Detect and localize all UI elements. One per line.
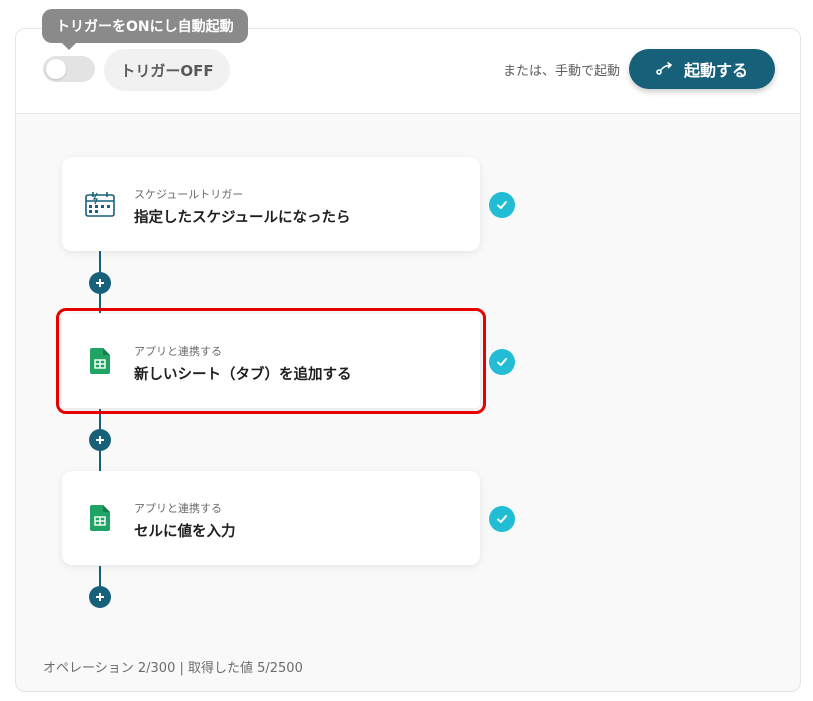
step-title: 指定したスケジュールになったら (134, 210, 351, 226)
flow-panel: トリガーOFF または、手動で起動 起動する スケジュールトリガー 指定したスケ… (15, 28, 801, 692)
start-button-label: 起動する (683, 61, 748, 80)
google-sheets-icon (84, 504, 116, 532)
step-card-schedule-trigger[interactable]: スケジュールトリガー 指定したスケジュールになったら (62, 157, 480, 251)
check-icon (489, 349, 515, 375)
trigger-toggle[interactable] (43, 56, 95, 82)
plus-icon (96, 436, 104, 444)
plus-icon (96, 593, 104, 601)
step-category: アプリと連携する (134, 345, 222, 358)
add-step-button[interactable] (89, 586, 111, 608)
step-title: セルに値を入力 (134, 524, 236, 540)
google-sheets-icon (84, 347, 116, 375)
share-arrow-icon (656, 60, 674, 79)
toggle-knob (46, 59, 66, 79)
check-icon (489, 192, 515, 218)
add-step-button[interactable] (89, 272, 111, 294)
step-card-enter-cell-value[interactable]: アプリと連携する セルに値を入力 (62, 471, 480, 565)
step-category: アプリと連携する (134, 502, 222, 515)
plus-icon (96, 279, 104, 287)
step-category: スケジュールトリガー (134, 188, 244, 201)
trigger-status-chip: トリガーOFF (104, 49, 230, 91)
usage-footer: オペレーション 2/300 | 取得した値 5/2500 (43, 661, 303, 676)
add-step-button[interactable] (89, 429, 111, 451)
manual-start-text: または、手動で起動 (502, 64, 620, 79)
check-icon (489, 506, 515, 532)
step-title: 新しいシート（タブ）を追加する (134, 367, 352, 383)
start-button[interactable]: 起動する (629, 49, 775, 89)
trigger-tooltip: トリガーをONにし自動起動 (42, 9, 248, 50)
step-card-add-sheet[interactable]: アプリと連携する 新しいシート（タブ）を追加する (56, 308, 486, 414)
calendar-clock-icon (84, 190, 116, 218)
